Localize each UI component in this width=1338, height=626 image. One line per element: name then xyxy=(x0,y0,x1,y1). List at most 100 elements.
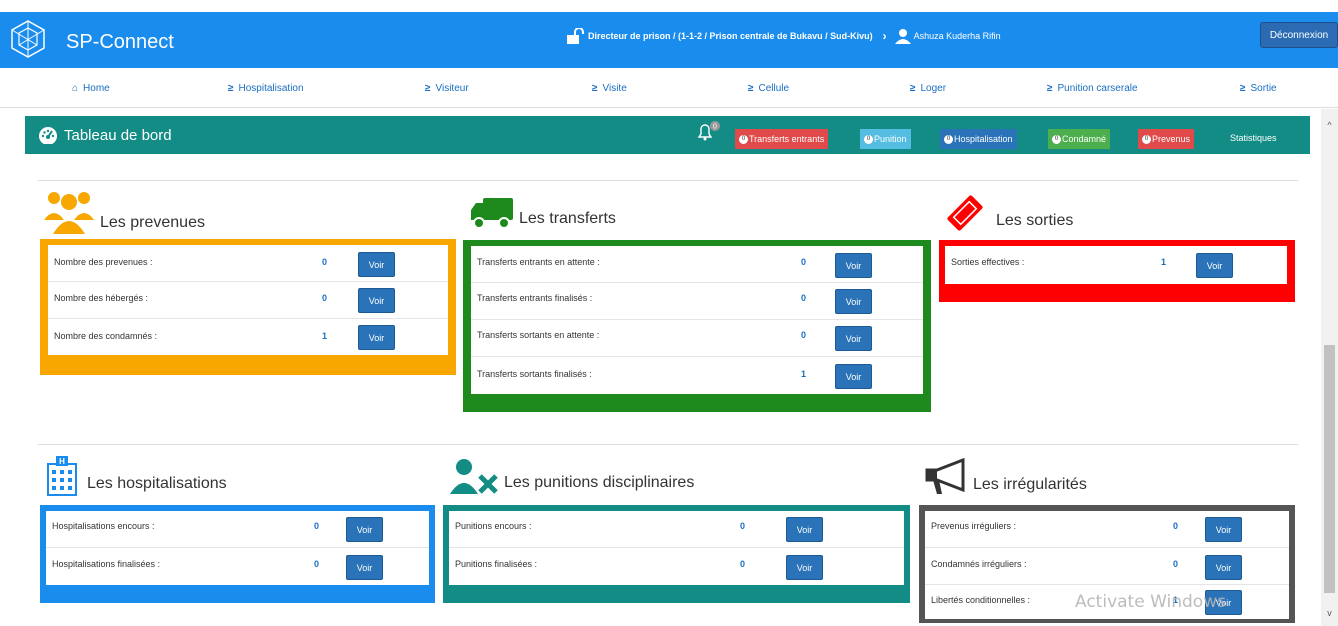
terminal-icon: ≥ xyxy=(748,83,754,94)
row-label: Hospitalisations finalisées : xyxy=(52,559,161,569)
pill-label: Prevenus xyxy=(1152,134,1191,144)
row-value: 0 xyxy=(314,559,320,569)
table-row: Punitions encours : 0 Voir xyxy=(449,511,904,548)
row-label: Transferts entrants finalisés : xyxy=(477,293,593,303)
row-label: Sorties effectives : xyxy=(951,257,1025,267)
unlock-icon xyxy=(567,28,584,44)
section-title-irregularites: Les irrégularités xyxy=(925,458,1087,496)
divider xyxy=(38,180,1298,181)
hospital-icon: H xyxy=(47,456,77,496)
scroll-thumb[interactable] xyxy=(1324,345,1335,593)
voir-button[interactable]: Voir xyxy=(358,288,395,313)
nav-hospitalisation-label: Hospitalisation xyxy=(238,83,304,94)
voir-button[interactable]: Voir xyxy=(786,517,823,542)
nav-home-label: Home xyxy=(83,83,110,94)
row-value: 1 xyxy=(801,369,807,379)
table-row: Nombre des condamnés : 1 Voir xyxy=(48,319,448,355)
page-scrollbar[interactable]: ^ v xyxy=(1321,109,1338,626)
dashboard-title-text: Tableau de bord xyxy=(64,126,172,144)
table-row: Punitions finalisées : 0 Voir xyxy=(449,548,904,585)
card-transferts: Transferts entrants en attente : 0 Voir … xyxy=(463,240,931,412)
row-label: Condamnés irréguliers : xyxy=(931,559,1027,569)
table-row: Transferts entrants finalisés : 0 Voir xyxy=(471,283,923,320)
nav-visite-label: Visite xyxy=(602,83,627,94)
row-label: Punitions finalisées : xyxy=(455,559,538,569)
nav-punition-label: Punition carserale xyxy=(1057,83,1138,94)
card-prevenues: Nombre des prevenues : 0 Voir Nombre des… xyxy=(40,239,456,375)
row-value: 0 xyxy=(740,521,746,531)
row-value: 0 xyxy=(1173,521,1179,531)
section-title-transferts: Les transferts xyxy=(471,196,616,230)
nav-loger[interactable]: ≥ Loger xyxy=(910,83,946,94)
voir-button[interactable]: Voir xyxy=(1205,517,1242,542)
voir-button[interactable]: Voir xyxy=(835,253,872,278)
truck-icon xyxy=(471,198,513,229)
voir-button[interactable]: Voir xyxy=(1196,253,1233,278)
card-inner: Transferts entrants en attente : 0 Voir … xyxy=(471,246,923,394)
row-label: Transferts sortants en attente : xyxy=(477,330,600,340)
card-hospitalisations: Hospitalisations encours : 0 Voir Hospit… xyxy=(40,505,435,603)
pill-count: 0 xyxy=(739,134,748,144)
nav-visiteur[interactable]: ≥ Visiteur xyxy=(425,83,469,94)
voir-button[interactable]: Voir xyxy=(346,555,383,580)
voir-button[interactable]: Voir xyxy=(1205,555,1242,580)
voir-button[interactable]: Voir xyxy=(835,364,872,389)
statistiques-link[interactable]: Statistiques xyxy=(1230,133,1277,143)
table-row: Nombre des prevenues : 0 Voir xyxy=(48,245,448,282)
nav-cellule[interactable]: ≥ Cellule xyxy=(748,83,789,94)
nav-sortie[interactable]: ≥ Sortie xyxy=(1240,83,1277,94)
row-label: Hospitalisations encours : xyxy=(52,521,155,531)
pill-transferts[interactable]: 0 Transferts entrants xyxy=(735,129,829,149)
user-name[interactable]: Ashuza Kuderha Rifin xyxy=(914,31,1001,41)
brand[interactable]: SP-Connect xyxy=(8,19,174,59)
row-value: 0 xyxy=(740,559,746,569)
section-title-text: Les transferts xyxy=(519,210,616,227)
voir-button[interactable]: Voir xyxy=(835,326,872,351)
dashboard-bar: Tableau de bord 0 0 Transferts entrants 0… xyxy=(25,116,1310,154)
pill-punition[interactable]: 0 Punition xyxy=(860,129,911,149)
card-sorties: Sorties effectives : 1 Voir xyxy=(939,240,1295,302)
nav-visiteur-label: Visiteur xyxy=(435,83,469,94)
nav-loger-label: Loger xyxy=(920,83,947,94)
nav-home[interactable]: ⌂ Home xyxy=(72,83,110,94)
section-title-text: Les prevenues xyxy=(100,214,205,231)
voir-button[interactable]: Voir xyxy=(346,517,383,542)
scroll-up-icon[interactable]: ^ xyxy=(1321,117,1338,134)
row-label: Transferts sortants finalisés : xyxy=(477,369,592,379)
pill-prevenus[interactable]: 0 Prevenus xyxy=(1138,129,1195,149)
scroll-down-icon[interactable]: v xyxy=(1321,605,1338,622)
card-punitions: Punitions encours : 0 Voir Punitions fin… xyxy=(443,505,910,603)
user-icon xyxy=(894,29,911,44)
notification-bell[interactable]: 0 xyxy=(696,121,720,144)
activation-watermark: Activate Windows xyxy=(1075,592,1226,612)
row-label: Prevenus irréguliers : xyxy=(931,521,1017,531)
row-label: Nombre des condamnés : xyxy=(54,331,158,341)
row-label: Transferts entrants en attente : xyxy=(477,257,600,267)
row-label: Libertés conditionnelles : xyxy=(931,595,1031,605)
terminal-icon: ≥ xyxy=(910,83,916,94)
pill-hospitalisation[interactable]: 0 Hospitalisation xyxy=(940,129,1017,149)
bell-count: 0 xyxy=(713,124,717,131)
row-value: 0 xyxy=(801,257,807,267)
voir-button[interactable]: Voir xyxy=(786,555,823,580)
terminal-icon: ≥ xyxy=(1240,83,1246,94)
section-title-punitions: Les punitions disciplinaires xyxy=(450,458,694,494)
row-value: 0 xyxy=(322,293,328,303)
voir-button[interactable]: Voir xyxy=(835,289,872,314)
terminal-icon: ≥ xyxy=(1047,83,1053,94)
role-text: Directeur de prison / (1-1-2 / Prison ce… xyxy=(588,31,873,41)
card-inner: Nombre des prevenues : 0 Voir Nombre des… xyxy=(48,245,448,355)
pill-condamne[interactable]: 0 Condamné xyxy=(1048,129,1111,149)
nav-punition[interactable]: ≥ Punition carserale xyxy=(1047,83,1138,94)
voir-button[interactable]: Voir xyxy=(358,325,395,350)
main-nav: ⌂ Home ≥ Hospitalisation ≥ Visiteur ≥ Visite… xyxy=(0,68,1338,108)
logout-button[interactable]: Déconnexion xyxy=(1260,22,1338,48)
row-value: 0 xyxy=(314,521,320,531)
nav-hospitalisation[interactable]: ≥ Hospitalisation xyxy=(228,83,304,94)
nav-visite[interactable]: ≥ Visite xyxy=(592,83,627,94)
section-title-text: Les irrégularités xyxy=(973,476,1087,493)
row-label: Nombre des hébergés : xyxy=(54,293,149,303)
terminal-icon: ≥ xyxy=(425,83,431,94)
voir-button[interactable]: Voir xyxy=(358,252,395,277)
home-icon: ⌂ xyxy=(72,83,79,94)
